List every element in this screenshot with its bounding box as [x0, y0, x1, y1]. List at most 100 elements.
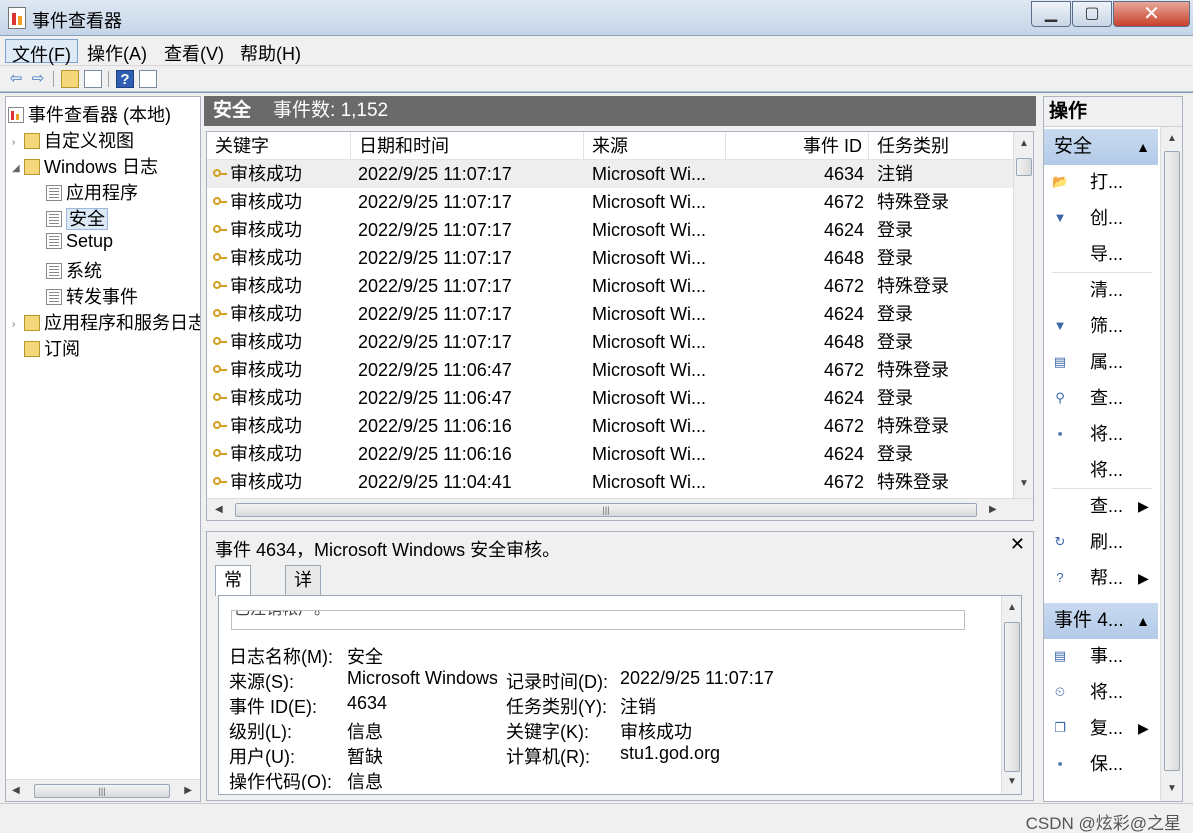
column-header-datetime[interactable]: 日期和时间	[351, 132, 584, 160]
event-id-cell: 4624	[726, 384, 864, 412]
scroll-right-icon[interactable]: ▶	[989, 504, 997, 515]
up-folder-icon[interactable]	[61, 70, 79, 88]
tree-item-security[interactable]: 安全	[46, 205, 108, 230]
scroll-up-icon[interactable]: ▲	[1007, 602, 1017, 613]
actions-section-header[interactable]: 安全 ▲	[1044, 129, 1158, 165]
tree-item-app-service-logs[interactable]: › 应用程序和服务日志	[12, 309, 200, 333]
tree-item-application[interactable]: 应用程序	[46, 179, 138, 203]
detail-vertical-scrollbar[interactable]: ▲ ▼	[1001, 596, 1021, 794]
action-item[interactable]: ▤ 事...	[1044, 641, 1158, 671]
event-id-cell-text: 4672	[823, 416, 864, 436]
show-hide-action-pane-icon[interactable]	[139, 70, 157, 88]
table-row[interactable]: 审核成功 2022/9/25 11:06:47 Microsoft Wi... 462…	[207, 384, 1013, 412]
table-row[interactable]: 审核成功 2022/9/25 11:04:41 Microsoft Wi... 467…	[207, 468, 1013, 496]
action-item[interactable]: 清...	[1044, 275, 1158, 305]
scrollbar-thumb[interactable]	[1164, 151, 1180, 771]
action-item[interactable]: ▤ 属...	[1044, 347, 1158, 377]
scroll-down-icon[interactable]: ▼	[1007, 776, 1017, 787]
action-item[interactable]: 📂 打...	[1044, 167, 1158, 197]
column-header-event-id[interactable]: 事件 ID	[726, 132, 869, 160]
watermark: CSDN @炫彩@之星	[1025, 814, 1181, 833]
collapse-caret-icon[interactable]: ▲	[1136, 603, 1150, 639]
table-row[interactable]: 审核成功 2022/9/25 11:07:17 Microsoft Wi... 464…	[207, 328, 1013, 356]
window-title: 事件查看器	[32, 11, 122, 31]
action-item[interactable]: ▼ 创...	[1044, 203, 1158, 233]
scrollbar-thumb[interactable]	[1004, 622, 1020, 772]
menu-view[interactable]: 查看(V)	[158, 39, 230, 64]
menu-action[interactable]: 操作(A)	[81, 39, 153, 64]
table-row[interactable]: 审核成功 2022/9/25 11:06:16 Microsoft Wi... 462…	[207, 440, 1013, 468]
action-item[interactable]: ↻ 刷...	[1044, 527, 1158, 557]
scrollbar-thumb[interactable]: |||	[34, 784, 170, 798]
close-icon[interactable]: ✕	[1010, 534, 1025, 555]
table-row[interactable]: 审核成功 2022/9/25 11:07:17 Microsoft Wi... 467…	[207, 272, 1013, 300]
event-description[interactable]: 已注销帐户。	[231, 610, 965, 630]
scroll-up-icon[interactable]: ▲	[1167, 133, 1177, 144]
show-hide-tree-icon[interactable]	[84, 70, 102, 88]
tree-item-subscriptions[interactable]: 订阅	[24, 335, 80, 359]
tree-horizontal-scrollbar[interactable]: ◀ ||| ▶	[6, 779, 200, 801]
tree-item-system[interactable]: 系统	[46, 257, 102, 281]
tree-item-custom-views[interactable]: › 自定义视图	[12, 127, 134, 151]
action-item[interactable]: ▼ 筛...	[1044, 311, 1158, 341]
maximize-button[interactable]: ▢	[1072, 1, 1112, 27]
action-item[interactable]: ▪ 将...	[1044, 419, 1158, 449]
event-list-horizontal-scrollbar[interactable]: ◀ ||| ▶	[207, 498, 1033, 520]
forward-icon[interactable]: ⇨	[29, 70, 47, 88]
table-row[interactable]: 审核成功 2022/9/25 11:07:17 Microsoft Wi... 463…	[207, 160, 1013, 188]
task-category-cell: 登录	[877, 440, 1007, 468]
action-item[interactable]: ⚲ 查...	[1044, 383, 1158, 413]
back-icon[interactable]: ⇦	[7, 70, 25, 88]
tab-details[interactable]: 详细信息	[285, 565, 321, 674]
keyword-cell-text: 审核成功	[230, 416, 302, 436]
tab-general[interactable]: 常规	[215, 565, 251, 618]
scroll-down-icon[interactable]: ▼	[1167, 783, 1177, 794]
menu-file[interactable]: 文件(F)	[5, 39, 78, 65]
action-item[interactable]: ? 帮... ▶	[1044, 563, 1158, 593]
expand-arrow-icon[interactable]: ›	[12, 319, 24, 330]
tree-item-root[interactable]: 事件查看器 (本地)	[8, 101, 171, 125]
table-row[interactable]: 审核成功 2022/9/25 11:07:17 Microsoft Wi... 464…	[207, 244, 1013, 272]
log-icon	[46, 263, 62, 279]
tree-item-setup[interactable]: Setup	[46, 231, 113, 255]
scroll-right-icon[interactable]: ▶	[184, 785, 192, 796]
help-icon[interactable]: ?	[116, 70, 134, 88]
event-list-vertical-scrollbar[interactable]: ▲ ▼	[1013, 132, 1033, 498]
action-item[interactable]: ⏲ 将...	[1044, 677, 1158, 707]
collapse-caret-icon[interactable]: ▲	[1136, 129, 1150, 165]
collapse-arrow-icon[interactable]: ◢	[12, 163, 24, 174]
close-button[interactable]: ✕	[1113, 1, 1190, 27]
table-row[interactable]: 审核成功 2022/9/25 11:06:47 Microsoft Wi... 467…	[207, 356, 1013, 384]
scroll-down-icon[interactable]: ▼	[1019, 478, 1029, 489]
key-icon	[213, 421, 227, 431]
column-header-task-category[interactable]: 任务类别	[869, 132, 1013, 160]
scroll-up-icon[interactable]: ▲	[1019, 138, 1029, 149]
datetime-cell: 2022/9/25 11:07:17	[358, 272, 578, 300]
column-header-source[interactable]: 来源	[584, 132, 726, 160]
action-item[interactable]: ▪ 保...	[1044, 749, 1158, 779]
tree-item-forwarded-events[interactable]: 转发事件	[46, 283, 138, 307]
menu-help[interactable]: 帮助(H)	[234, 39, 307, 64]
action-item[interactable]: ❐ 复... ▶	[1044, 713, 1158, 743]
keyword-cell: 审核成功	[213, 412, 347, 440]
scroll-left-icon[interactable]: ◀	[12, 785, 20, 796]
action-label: 将...	[1090, 460, 1124, 480]
tree-item-windows-logs[interactable]: ◢ Windows 日志	[12, 153, 158, 177]
action-item[interactable]: 将...	[1044, 455, 1158, 485]
expand-arrow-icon[interactable]: ›	[12, 137, 24, 148]
table-row[interactable]: 审核成功 2022/9/25 11:07:17 Microsoft Wi... 462…	[207, 216, 1013, 244]
scrollbar-thumb[interactable]	[1016, 158, 1032, 176]
minimize-button[interactable]: ▁	[1031, 1, 1071, 27]
actions-section-header[interactable]: 事件 4... ▲	[1044, 603, 1158, 639]
action-item[interactable]: 查... ▶	[1044, 491, 1158, 521]
table-row[interactable]: 审核成功 2022/9/25 11:07:17 Microsoft Wi... 467…	[207, 188, 1013, 216]
table-row[interactable]: 审核成功 2022/9/25 11:07:17 Microsoft Wi... 462…	[207, 300, 1013, 328]
table-row[interactable]: 审核成功 2022/9/25 11:06:16 Microsoft Wi... 467…	[207, 412, 1013, 440]
scrollbar-thumb[interactable]: |||	[235, 503, 977, 517]
scroll-left-icon[interactable]: ◀	[215, 504, 223, 515]
actions-vertical-scrollbar[interactable]: ▲ ▼	[1160, 127, 1182, 801]
action-item[interactable]: 导...	[1044, 239, 1158, 269]
source-cell: Microsoft Wi...	[592, 328, 722, 356]
log-icon	[46, 233, 62, 249]
column-header-keywords[interactable]: 关键字	[207, 132, 351, 160]
